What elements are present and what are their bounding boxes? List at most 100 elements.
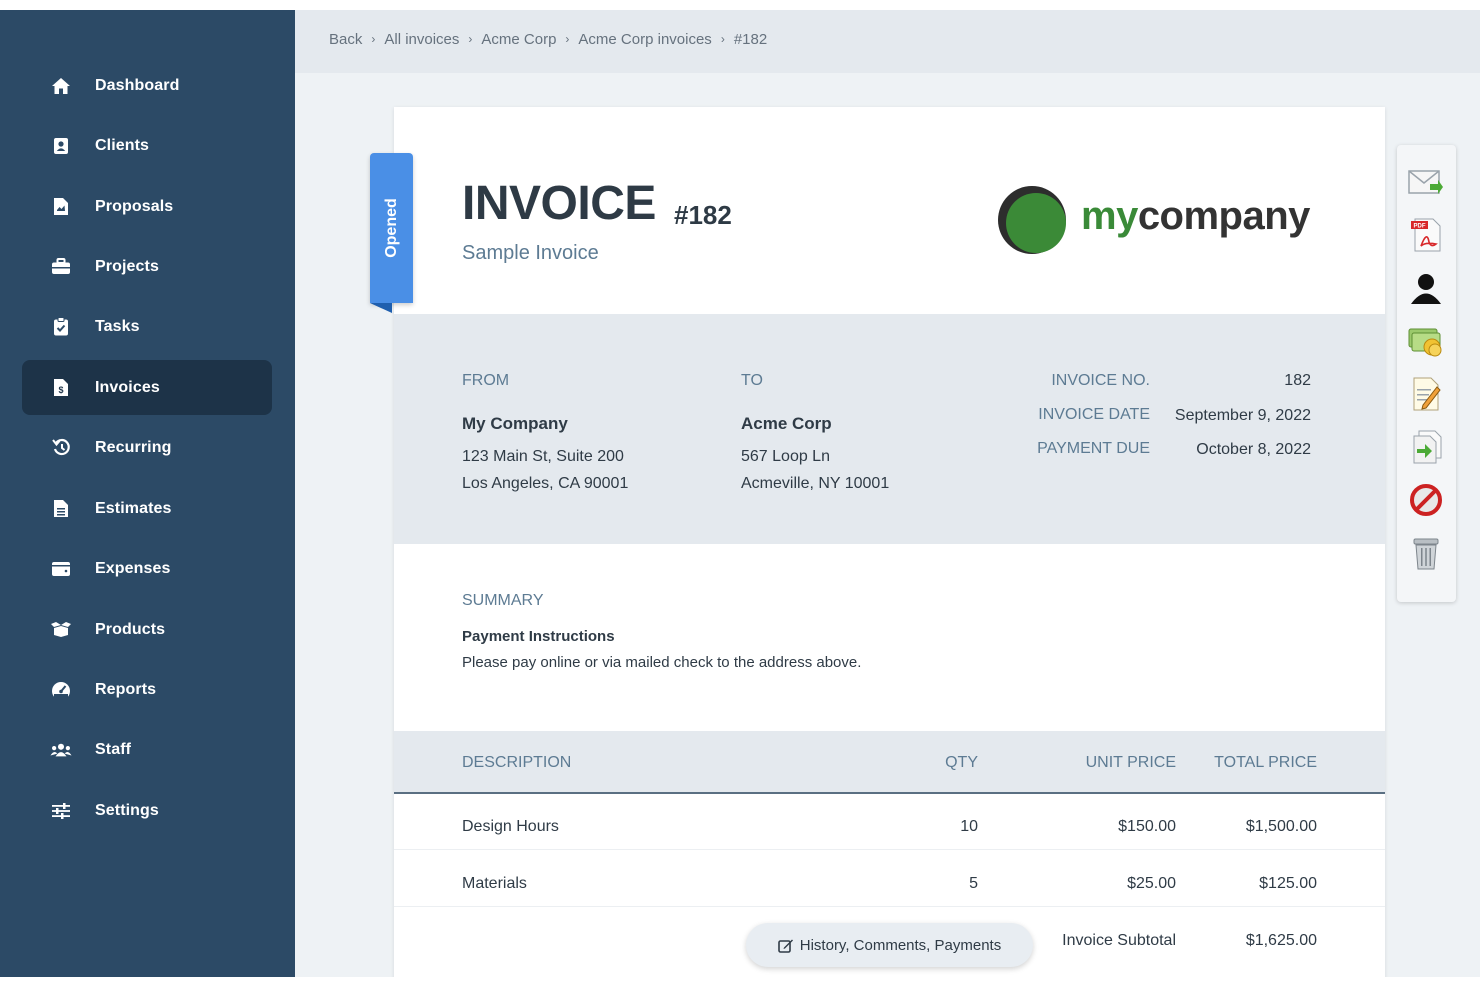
- sidebar-item-label: Products: [95, 620, 166, 638]
- status-ribbon: Opened: [370, 153, 413, 303]
- breadcrumb-separator: ›: [371, 32, 376, 46]
- payment-due-value: October 8, 2022: [1196, 441, 1311, 458]
- sidebar-item-label: Staff: [95, 740, 132, 758]
- summary-title: SUMMARY: [462, 592, 544, 609]
- breadcrumb-client-invoices[interactable]: Acme Corp invoices: [578, 31, 711, 48]
- sidebar-item-products[interactable]: Products: [22, 602, 272, 657]
- column-header-description: DESCRIPTION: [462, 754, 572, 771]
- sidebar-item-label: Estimates: [95, 499, 172, 517]
- row-description: Design Hours: [462, 818, 559, 835]
- breadcrumb-client[interactable]: Acme Corp: [481, 31, 556, 48]
- briefcase-icon: [50, 256, 72, 278]
- cancel-icon[interactable]: [1407, 481, 1445, 519]
- breadcrumb-separator: ›: [565, 32, 570, 46]
- status-ribbon-fold: [370, 303, 392, 313]
- file-lines-icon: [50, 498, 72, 520]
- row-unit-price: $25.00: [1127, 875, 1176, 892]
- sidebar-item-label: Proposals: [95, 197, 174, 215]
- svg-text:$: $: [58, 385, 63, 395]
- sidebar-item-settings[interactable]: Settings: [22, 783, 272, 838]
- sidebar-item-label: Invoices: [95, 378, 160, 396]
- breadcrumb-current: #182: [733, 31, 768, 48]
- client-icon[interactable]: [1407, 269, 1445, 307]
- actions-toolbar: PDF: [1397, 145, 1456, 602]
- invoice-subtitle: Sample Invoice: [462, 242, 599, 264]
- logo-text-company: company: [1137, 194, 1311, 238]
- invoice-title: INVOICE: [462, 177, 656, 230]
- breadcrumb-all-invoices[interactable]: All invoices: [384, 31, 459, 48]
- app-frame: Dashboard Clients Proposals Projects Tas…: [0, 10, 1480, 977]
- sidebar-item-expenses[interactable]: Expenses: [22, 541, 272, 596]
- sidebar-item-staff[interactable]: Staff: [22, 722, 272, 777]
- from-name: My Company: [462, 414, 568, 433]
- invoice-no-value: 182: [1284, 372, 1311, 389]
- sidebar-item-label: Expenses: [95, 559, 171, 577]
- column-header-qty: QTY: [945, 754, 978, 771]
- sidebar-item-projects[interactable]: Projects: [22, 239, 272, 294]
- sidebar-item-label: Clients: [95, 136, 150, 154]
- sidebar: Dashboard Clients Proposals Projects Tas…: [0, 10, 295, 977]
- export-icon[interactable]: [1407, 428, 1445, 466]
- sidebar-item-label: Reports: [95, 680, 157, 698]
- row-total-price: $125.00: [1259, 875, 1317, 892]
- from-address-line1: 123 Main St, Suite 200: [462, 448, 624, 465]
- breadcrumb-separator: ›: [468, 32, 473, 46]
- from-address-line2: Los Angeles, CA 90001: [462, 475, 629, 492]
- sidebar-item-reports[interactable]: Reports: [22, 662, 272, 717]
- wallet-icon: [50, 558, 72, 580]
- clipboard-check-icon: [50, 316, 72, 338]
- sidebar-item-tasks[interactable]: Tasks: [22, 299, 272, 354]
- column-header-unit-price: UNIT PRICE: [1085, 754, 1176, 771]
- document-icon: [50, 196, 72, 218]
- email-icon[interactable]: [1407, 163, 1445, 201]
- invoice-date-value: September 9, 2022: [1174, 407, 1311, 424]
- to-name: Acme Corp: [741, 414, 832, 433]
- history-button-label: History, Comments, Payments: [799, 936, 1002, 954]
- row-divider: [394, 849, 1385, 850]
- breadcrumb-back[interactable]: Back: [329, 31, 362, 48]
- breadcrumb-separator: ›: [720, 32, 725, 46]
- history-comments-payments-button[interactable]: History, Comments, Payments: [746, 923, 1033, 967]
- row-qty: 10: [960, 818, 978, 835]
- to-address-line2: Acmeville, NY 10001: [741, 475, 890, 492]
- invoice-dollar-icon: $: [50, 377, 72, 399]
- sidebar-item-estimates[interactable]: Estimates: [22, 481, 272, 536]
- sidebar-item-label: Tasks: [95, 317, 140, 335]
- row-unit-price: $150.00: [1118, 818, 1176, 835]
- sidebar-item-label: Recurring: [95, 438, 172, 456]
- company-logo-mark: [997, 185, 1067, 255]
- sidebar-item-label: Projects: [95, 257, 159, 275]
- svg-text:PDF: PDF: [1414, 224, 1426, 230]
- to-label: TO: [741, 372, 763, 389]
- column-header-total-price: TOTAL PRICE: [1214, 754, 1317, 771]
- breadcrumb: Back › All invoices › Acme Corp › Acme C…: [329, 31, 767, 48]
- row-description: Materials: [462, 875, 527, 892]
- sidebar-item-dashboard[interactable]: Dashboard: [22, 58, 272, 113]
- invoice-number: #182: [674, 200, 732, 230]
- users-icon: [50, 739, 72, 761]
- history-icon: [50, 437, 72, 459]
- row-total-price: $1,500.00: [1245, 818, 1317, 835]
- edit-document-icon[interactable]: [1407, 375, 1445, 413]
- sidebar-item-label: Dashboard: [95, 76, 180, 94]
- payment-instructions-text: Please pay online or via mailed check to…: [462, 654, 862, 671]
- box-open-icon: [50, 619, 72, 641]
- edit-icon: [777, 938, 794, 953]
- sidebar-item-proposals[interactable]: Proposals: [22, 179, 272, 234]
- subtotal-value: $1,625.00: [1245, 932, 1317, 949]
- payment-instructions-title: Payment Instructions: [462, 628, 615, 645]
- from-label: FROM: [462, 372, 510, 389]
- payment-icon[interactable]: [1407, 322, 1445, 360]
- home-icon: [50, 75, 72, 97]
- logo-text-my: my: [1081, 194, 1138, 238]
- pdf-icon[interactable]: PDF: [1407, 216, 1445, 254]
- invoice-date-label: INVOICE DATE: [1038, 406, 1150, 423]
- sidebar-item-recurring[interactable]: Recurring: [22, 420, 272, 475]
- gauge-icon: [50, 679, 72, 701]
- row-qty: 5: [969, 875, 978, 892]
- breadcrumb-bar: Back › All invoices › Acme Corp › Acme C…: [295, 10, 1480, 73]
- sliders-icon: [50, 800, 72, 822]
- trash-icon[interactable]: [1407, 534, 1445, 572]
- sidebar-item-invoices[interactable]: $ Invoices: [22, 360, 272, 415]
- sidebar-item-clients[interactable]: Clients: [22, 118, 272, 173]
